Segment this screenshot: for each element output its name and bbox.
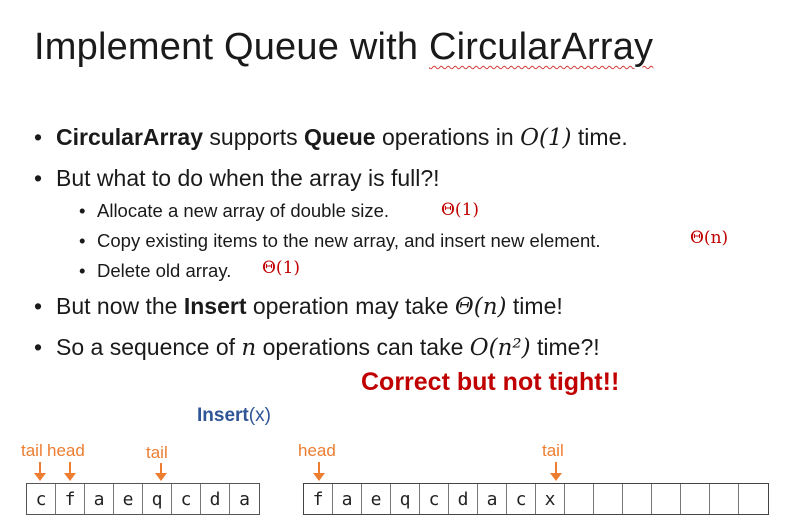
right-array-cell (710, 484, 739, 514)
right-array-cell: d (449, 484, 478, 514)
left-tail-label-2: tail (146, 443, 168, 462)
bullet-1-math: O(1) (520, 125, 572, 151)
right-array-cell: c (507, 484, 536, 514)
right-array-cell (594, 484, 623, 514)
right-head-arrow-icon (313, 462, 325, 481)
left-head-arrow-icon (64, 462, 76, 481)
left-array-cell: e (114, 484, 143, 514)
bullet-1-bold-queue: Queue (304, 124, 376, 150)
title-queue: Queue (223, 26, 340, 68)
sub-bullet-dot-icon: • (79, 200, 86, 221)
bullet-4-math-n: n (241, 335, 257, 361)
bullet-4-math-on2: O(n²) (469, 335, 531, 361)
left-circular-array: cfaeqcda (26, 483, 260, 515)
bullet-1: • CircularArray supports Queue operation… (34, 124, 628, 151)
left-tail-label: tail (21, 441, 43, 460)
bullet-3-math: Θ(n) (454, 294, 507, 320)
sub-bullet-2-text: Copy existing items to the new array, an… (97, 230, 601, 251)
sub-bullet-1-cost: Θ(1) (441, 200, 480, 220)
sub-bullet-3: • Delete old array. (79, 260, 232, 282)
bullet-2-text: But what to do when the array is full?! (56, 165, 440, 191)
bullet-1-text-c: time. (571, 124, 628, 150)
left-tail-arrow-icon (34, 462, 46, 481)
left-array-cell: f (56, 484, 85, 514)
bullet-4: • So a sequence of n operations can take… (34, 334, 600, 361)
sub-bullet-1-text: Allocate a new array of double size. (97, 200, 390, 221)
sub-bullet-1: • Allocate a new array of double size. (79, 200, 390, 222)
title-prefix: Implement (34, 26, 224, 68)
left-head-label: head (47, 441, 85, 460)
bullet-4-text-b: operations can take (256, 334, 470, 360)
bullet-3-text-b: operation may take (246, 293, 455, 319)
left-array-cell: q (143, 484, 172, 514)
right-array-cell: a (333, 484, 362, 514)
right-array-cell (739, 484, 768, 514)
bullet-3-bold-insert: Insert (183, 293, 247, 319)
bullet-4-text-a: So a sequence of (56, 334, 242, 360)
right-array-cell (652, 484, 681, 514)
bullet-2: • But what to do when the array is full?… (34, 165, 440, 192)
bullet-3-text-a: But now the (56, 293, 184, 319)
bullet-1-bold-circulararray: CircularArray (56, 124, 204, 150)
right-array-cell: a (478, 484, 507, 514)
left-array-cell: a (239, 488, 250, 510)
sub-bullet-2-cost: Θ(n) (690, 228, 729, 248)
page-title: Implement Queue with CircularArray (34, 26, 653, 69)
bullet-dot-icon: • (34, 334, 43, 360)
right-array-cell (565, 484, 594, 514)
right-array-cell: q (391, 484, 420, 514)
bullet-3: • But now the Insert operation may take … (34, 293, 563, 320)
bullet-1-text-a: supports (203, 124, 305, 150)
sub-bullet-3-text: Delete old array. (97, 260, 232, 281)
bullet-4-text-c: time?! (530, 334, 600, 360)
sub-bullet-dot-icon: • (79, 260, 86, 281)
bullet-dot-icon: • (34, 165, 43, 191)
right-doubled-array: faeqcdacx (303, 483, 769, 515)
left-array-cell: c (172, 484, 201, 514)
right-array-cell: x (536, 484, 565, 514)
right-tail-label: tail (542, 441, 564, 460)
insert-operation-label: Insert(x) (197, 405, 271, 427)
left-array-cell: c (27, 484, 56, 514)
bullet-3-text-c: time! (506, 293, 563, 319)
right-array-cell (681, 484, 710, 514)
insert-arg: (x) (248, 405, 271, 426)
right-array-cell: e (362, 484, 391, 514)
sub-bullet-3-cost: Θ(1) (262, 258, 301, 278)
bullet-dot-icon: • (34, 293, 43, 319)
left-array-cell: d (201, 484, 230, 514)
sub-bullet-dot-icon: • (79, 230, 86, 251)
right-array-cell: f (304, 484, 333, 514)
right-tail-arrow-icon (550, 462, 562, 481)
left-array-cell: a (85, 484, 114, 514)
correct-but-not-tight-note: Correct but not tight!! (361, 368, 620, 396)
bullet-dot-icon: • (34, 124, 43, 150)
title-circular-array: CircularArray (428, 26, 654, 68)
insert-op: Insert (197, 405, 249, 426)
right-head-label: head (298, 441, 336, 460)
right-array-cell: c (420, 484, 449, 514)
title-with: with (339, 26, 429, 68)
right-array-cell (623, 484, 652, 514)
left-tail-arrow-icon-2 (155, 463, 167, 481)
sub-bullet-2: • Copy existing items to the new array, … (79, 230, 601, 252)
bullet-1-text-b: operations in (375, 124, 521, 150)
